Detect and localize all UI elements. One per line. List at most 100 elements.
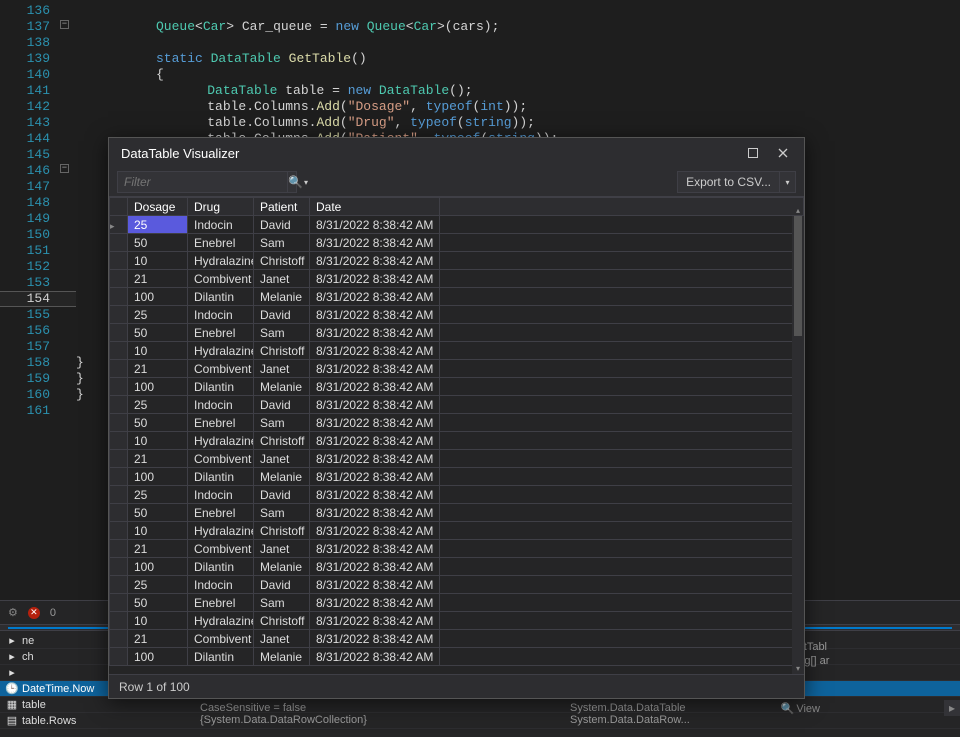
cell-patient[interactable]: Janet xyxy=(254,270,310,288)
cell-patient[interactable]: Christoff xyxy=(254,342,310,360)
cell-dosage[interactable]: 25 xyxy=(128,306,188,324)
cell-dosage[interactable]: 50 xyxy=(128,504,188,522)
cell-dosage[interactable]: 10 xyxy=(128,342,188,360)
cell-date[interactable]: 8/31/2022 8:38:42 AM xyxy=(310,594,440,612)
cell-drug[interactable]: Combivent xyxy=(188,360,254,378)
cell-patient[interactable]: Janet xyxy=(254,360,310,378)
code-line[interactable] xyxy=(76,35,956,51)
cell-drug[interactable]: Indocin xyxy=(188,486,254,504)
row-header[interactable] xyxy=(110,594,128,612)
cell-date[interactable]: 8/31/2022 8:38:42 AM xyxy=(310,288,440,306)
table-row[interactable]: 50EnebrelSam8/31/2022 8:38:42 AM xyxy=(110,504,804,522)
cell-drug[interactable]: Combivent xyxy=(188,540,254,558)
cell-drug[interactable]: Hydralazine xyxy=(188,612,254,630)
cell-date[interactable]: 8/31/2022 8:38:42 AM xyxy=(310,486,440,504)
cell-dosage[interactable]: 100 xyxy=(128,648,188,666)
row-header[interactable] xyxy=(110,342,128,360)
cell-drug[interactable]: Hydralazine xyxy=(188,342,254,360)
dialog-titlebar[interactable]: DataTable Visualizer xyxy=(109,138,804,168)
cell-drug[interactable]: Enebrel xyxy=(188,594,254,612)
cell-drug[interactable]: Dilantin xyxy=(188,378,254,396)
cell-dosage[interactable]: 21 xyxy=(128,450,188,468)
cell-drug[interactable]: Enebrel xyxy=(188,324,254,342)
cell-date[interactable]: 8/31/2022 8:38:42 AM xyxy=(310,360,440,378)
cell-patient[interactable]: Sam xyxy=(254,324,310,342)
cell-dosage[interactable]: 25 xyxy=(128,486,188,504)
cell-drug[interactable]: Combivent xyxy=(188,270,254,288)
cell-dosage[interactable]: 50 xyxy=(128,414,188,432)
cell-patient[interactable]: Sam xyxy=(254,504,310,522)
cell-date[interactable]: 8/31/2022 8:38:42 AM xyxy=(310,468,440,486)
column-header[interactable]: Drug xyxy=(188,198,254,216)
table-row[interactable]: 25IndocinDavid8/31/2022 8:38:42 AM xyxy=(110,396,804,414)
cell-dosage[interactable]: 21 xyxy=(128,360,188,378)
cell-drug[interactable]: Indocin xyxy=(188,576,254,594)
cell-date[interactable]: 8/31/2022 8:38:42 AM xyxy=(310,630,440,648)
cell-date[interactable]: 8/31/2022 8:38:42 AM xyxy=(310,432,440,450)
close-button[interactable] xyxy=(770,142,796,164)
row-header[interactable] xyxy=(110,450,128,468)
cell-dosage[interactable]: 50 xyxy=(128,234,188,252)
row-header[interactable] xyxy=(110,234,128,252)
cell-dosage[interactable]: 25 xyxy=(128,216,188,234)
cell-patient[interactable]: David xyxy=(254,216,310,234)
code-line[interactable]: DataTable table = new DataTable(); xyxy=(76,83,956,99)
cell-patient[interactable]: David xyxy=(254,576,310,594)
cell-patient[interactable]: David xyxy=(254,396,310,414)
cell-date[interactable]: 8/31/2022 8:38:42 AM xyxy=(310,540,440,558)
cell-patient[interactable]: Sam xyxy=(254,234,310,252)
cell-date[interactable]: 8/31/2022 8:38:42 AM xyxy=(310,216,440,234)
cell-drug[interactable]: Combivent xyxy=(188,630,254,648)
cell-date[interactable]: 8/31/2022 8:38:42 AM xyxy=(310,342,440,360)
cell-date[interactable]: 8/31/2022 8:38:42 AM xyxy=(310,378,440,396)
row-header[interactable] xyxy=(110,504,128,522)
cell-drug[interactable]: Indocin xyxy=(188,396,254,414)
table-row[interactable]: 10HydralazineChristoff8/31/2022 8:38:42 … xyxy=(110,432,804,450)
cell-dosage[interactable]: 21 xyxy=(128,630,188,648)
scroll-up-arrow-icon[interactable]: ▴ xyxy=(792,204,804,216)
data-grid[interactable]: Dosage Drug Patient Date ▸25IndocinDavid… xyxy=(109,196,804,674)
cell-dosage[interactable]: 21 xyxy=(128,270,188,288)
table-row[interactable]: 21CombiventJanet8/31/2022 8:38:42 AM xyxy=(110,540,804,558)
cell-drug[interactable]: Indocin xyxy=(188,216,254,234)
table-row[interactable]: 100DilantinMelanie8/31/2022 8:38:42 AM xyxy=(110,468,804,486)
code-line[interactable]: table.Columns.Add("Drug", typeof(string)… xyxy=(76,115,956,131)
cell-dosage[interactable]: 100 xyxy=(128,288,188,306)
cell-date[interactable]: 8/31/2022 8:38:42 AM xyxy=(310,396,440,414)
cell-dosage[interactable]: 10 xyxy=(128,612,188,630)
table-row[interactable]: 10HydralazineChristoff8/31/2022 8:38:42 … xyxy=(110,252,804,270)
row-header[interactable] xyxy=(110,396,128,414)
cell-date[interactable]: 8/31/2022 8:38:42 AM xyxy=(310,612,440,630)
cell-patient[interactable]: Sam xyxy=(254,414,310,432)
cell-dosage[interactable]: 10 xyxy=(128,522,188,540)
cell-patient[interactable]: Janet xyxy=(254,630,310,648)
table-row[interactable]: 50EnebrelSam8/31/2022 8:38:42 AM xyxy=(110,414,804,432)
error-count-badge[interactable]: ✕ xyxy=(28,607,40,619)
cell-patient[interactable]: Melanie xyxy=(254,468,310,486)
row-header[interactable] xyxy=(110,576,128,594)
table-row[interactable]: 21CombiventJanet8/31/2022 8:38:42 AM xyxy=(110,450,804,468)
table-row[interactable]: 100DilantinMelanie8/31/2022 8:38:42 AM xyxy=(110,378,804,396)
search-button[interactable]: 🔍 ▾ xyxy=(287,172,308,192)
cell-drug[interactable]: Enebrel xyxy=(188,234,254,252)
row-header[interactable] xyxy=(110,306,128,324)
cell-dosage[interactable]: 100 xyxy=(128,378,188,396)
filter-input[interactable] xyxy=(118,175,287,189)
table-row[interactable]: 25IndocinDavid8/31/2022 8:38:42 AM xyxy=(110,486,804,504)
maximize-button[interactable] xyxy=(740,142,766,164)
code-line[interactable]: table.Columns.Add("Dosage", typeof(int))… xyxy=(76,99,956,115)
cell-dosage[interactable]: 10 xyxy=(128,432,188,450)
cell-patient[interactable]: Melanie xyxy=(254,558,310,576)
cell-patient[interactable]: Christoff xyxy=(254,612,310,630)
fold-toggle-icon[interactable]: − xyxy=(60,164,69,173)
column-header[interactable]: Date xyxy=(310,198,440,216)
cell-date[interactable]: 8/31/2022 8:38:42 AM xyxy=(310,252,440,270)
cell-drug[interactable]: Hydralazine xyxy=(188,432,254,450)
row-header[interactable] xyxy=(110,288,128,306)
cell-date[interactable]: 8/31/2022 8:38:42 AM xyxy=(310,576,440,594)
horizontal-scroll-arrow-icon[interactable]: ▸ xyxy=(944,700,960,716)
table-row[interactable]: 10HydralazineChristoff8/31/2022 8:38:42 … xyxy=(110,522,804,540)
table-row[interactable]: 25IndocinDavid8/31/2022 8:38:42 AM xyxy=(110,576,804,594)
vertical-scrollbar[interactable]: ▴ ▾ xyxy=(792,216,804,674)
code-line[interactable]: { xyxy=(76,67,956,83)
